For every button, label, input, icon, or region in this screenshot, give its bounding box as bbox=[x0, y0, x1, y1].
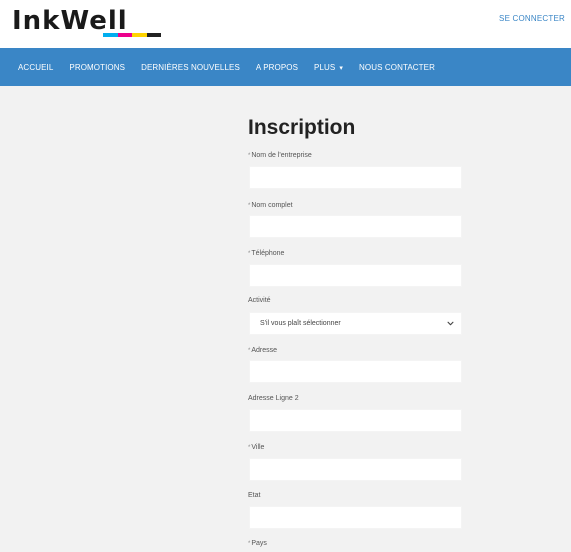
required-marker: * bbox=[248, 445, 251, 451]
country-label: *Pays bbox=[248, 540, 267, 547]
logo-color-magenta bbox=[117, 33, 132, 37]
address-line2-label: Adresse Ligne 2 bbox=[248, 395, 299, 402]
required-marker: * bbox=[248, 153, 251, 159]
address-label: *Adresse bbox=[248, 347, 277, 354]
required-marker: * bbox=[248, 541, 251, 547]
chevron-down-icon bbox=[447, 321, 454, 326]
phone-label: *Téléphone bbox=[248, 250, 284, 257]
required-marker: * bbox=[248, 348, 251, 354]
inkwell-logo[interactable]: InkWell bbox=[12, 6, 128, 36]
phone-label-text: Téléphone bbox=[251, 250, 285, 257]
required-marker: * bbox=[248, 251, 251, 257]
main-navbar: ACCUEIL PROMOTIONS DERNIÈRES NOUVELLES A… bbox=[0, 48, 571, 86]
required-marker: * bbox=[248, 203, 251, 209]
address-label-text: Adresse bbox=[251, 347, 278, 354]
phone-input[interactable] bbox=[249, 264, 462, 287]
activity-select[interactable]: S'il vous plaît sélectionner bbox=[249, 312, 462, 335]
city-label-text: Ville bbox=[251, 444, 265, 451]
company-name-label-text: Nom de l'entreprise bbox=[251, 152, 312, 159]
full-name-label-text: Nom complet bbox=[251, 202, 293, 209]
nav-item-nous-contacter[interactable]: NOUS CONTACTER bbox=[359, 63, 435, 72]
nav-item-promotions[interactable]: PROMOTIONS bbox=[69, 63, 125, 72]
page-content: Inscription *Nom de l'entreprise *Nom co… bbox=[0, 86, 571, 552]
address-line2-input[interactable] bbox=[249, 409, 462, 432]
company-name-label: *Nom de l'entreprise bbox=[248, 152, 312, 159]
nav-item-plus-dropdown[interactable]: PLUS ▾ bbox=[314, 63, 343, 72]
state-input[interactable] bbox=[249, 506, 462, 529]
logo-color-black bbox=[146, 33, 161, 37]
site-header: InkWell SE CONNECTER bbox=[0, 0, 571, 48]
company-name-input[interactable] bbox=[249, 166, 462, 189]
page-title: Inscription bbox=[248, 116, 356, 139]
activity-label: Activité bbox=[248, 297, 271, 304]
nav-item-dernieres-nouvelles[interactable]: DERNIÈRES NOUVELLES bbox=[141, 63, 240, 72]
activity-select-value: S'il vous plaît sélectionner bbox=[260, 320, 341, 327]
address-input[interactable] bbox=[249, 360, 462, 383]
state-label: Etat bbox=[248, 492, 261, 499]
country-label-text: Pays bbox=[251, 540, 267, 547]
nav-item-plus-label: PLUS bbox=[314, 62, 336, 72]
city-label: *Ville bbox=[248, 444, 264, 451]
logo-color-bar bbox=[103, 33, 161, 37]
login-link[interactable]: SE CONNECTER bbox=[499, 14, 565, 23]
nav-item-a-propos[interactable]: A PROPOS bbox=[256, 63, 298, 72]
full-name-label: *Nom complet bbox=[248, 202, 293, 209]
logo-color-cyan bbox=[103, 33, 118, 37]
full-name-input[interactable] bbox=[249, 215, 462, 238]
city-input[interactable] bbox=[249, 458, 462, 481]
nav-item-accueil[interactable]: ACCUEIL bbox=[18, 63, 53, 72]
caret-down-icon: ▾ bbox=[337, 64, 344, 72]
logo-color-yellow bbox=[132, 33, 147, 37]
